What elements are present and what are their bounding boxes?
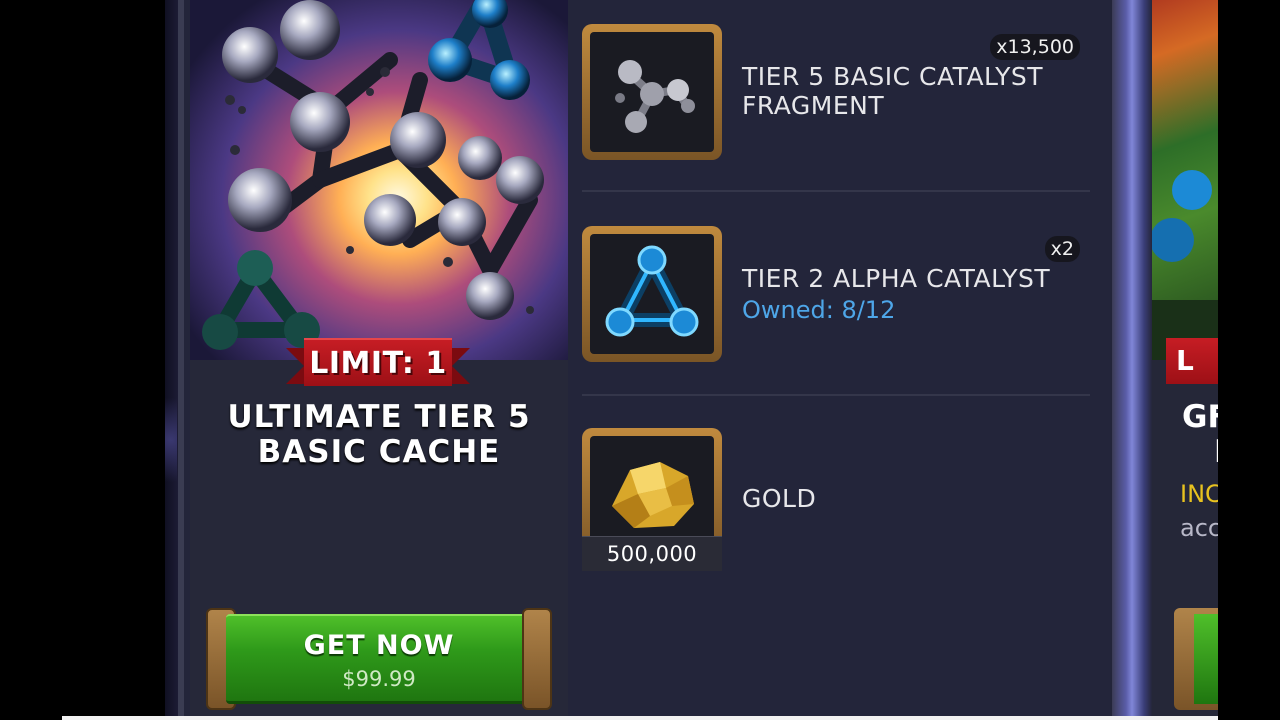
catalyst-artwork-icon xyxy=(1152,170,1218,360)
next-offer-title-line1: GF xyxy=(1182,399,1218,435)
bottom-edge xyxy=(62,716,1218,720)
offer-title-line1: ULTIMATE TIER 5 xyxy=(227,399,531,435)
limit-ribbon: LIMIT: 1 xyxy=(286,338,470,388)
offer-artwork xyxy=(190,0,568,360)
reward-item-tier5-fragment[interactable]: x13,500 TIER 5 BASIC CATALYST FRAGMENT xyxy=(582,24,1090,192)
quantity-badge: x13,500 xyxy=(990,34,1080,60)
item-frame xyxy=(582,226,722,362)
item-name: TIER 2 ALPHA CATALYST xyxy=(742,264,1051,293)
next-limit-label: L xyxy=(1176,344,1194,377)
item-frame xyxy=(582,24,722,160)
get-now-button[interactable]: GET NOW $99.99 xyxy=(206,608,552,710)
tier2-alpha-catalyst-icon xyxy=(605,245,699,337)
get-now-label: GET NOW xyxy=(303,630,455,661)
reward-item-tier2-alpha[interactable]: x2 TIER 2 ALPHA CATALYST Owned: 8/12 xyxy=(582,226,1090,396)
button-face[interactable]: GET NOW $99.99 xyxy=(226,614,532,704)
offer-title: ULTIMATE TIER 5 BASIC CACHE xyxy=(190,400,568,470)
quantity-label: 500,000 xyxy=(582,536,722,571)
button-cap-right xyxy=(522,608,552,710)
price-label: $99.99 xyxy=(342,667,416,691)
next-limit-ribbon: L xyxy=(1166,338,1218,384)
next-offer-artwork xyxy=(1152,0,1218,360)
catalyst-artwork-icon xyxy=(202,0,544,350)
next-get-now-button[interactable] xyxy=(1174,608,1218,710)
item-name: GOLD xyxy=(742,484,817,513)
reward-item-gold[interactable]: 500,000 GOLD xyxy=(582,428,1090,578)
item-name-line2: FRAGMENT xyxy=(742,91,885,120)
offer-title-line2: BASIC CACHE xyxy=(257,434,501,470)
divider xyxy=(582,394,1090,396)
next-offer-description: acc xyxy=(1180,514,1218,542)
tier5-basic-catalyst-fragment-icon xyxy=(615,60,695,133)
divider xyxy=(582,190,1090,192)
next-offer-title-line2: I xyxy=(1182,435,1218,470)
letterbox-right xyxy=(1218,0,1280,720)
item-name: TIER 5 BASIC CATALYST FRAGMENT xyxy=(742,62,1082,120)
next-offer-card[interactable]: L GF I INC acc xyxy=(1152,0,1218,720)
item-name-line1: TIER 5 BASIC CATALYST xyxy=(742,62,1044,91)
next-offer-subtitle: INC xyxy=(1180,480,1218,508)
store-screen: LIMIT: 1 ULTIMATE TIER 5 BASIC CACHE GET… xyxy=(0,0,1280,720)
quantity-badge: x2 xyxy=(1044,236,1080,262)
owned-count: Owned: 8/12 xyxy=(742,296,896,324)
panel-separator xyxy=(1112,0,1152,720)
limit-label: LIMIT: 1 xyxy=(309,345,447,381)
next-offer-title: GF I xyxy=(1182,400,1218,470)
